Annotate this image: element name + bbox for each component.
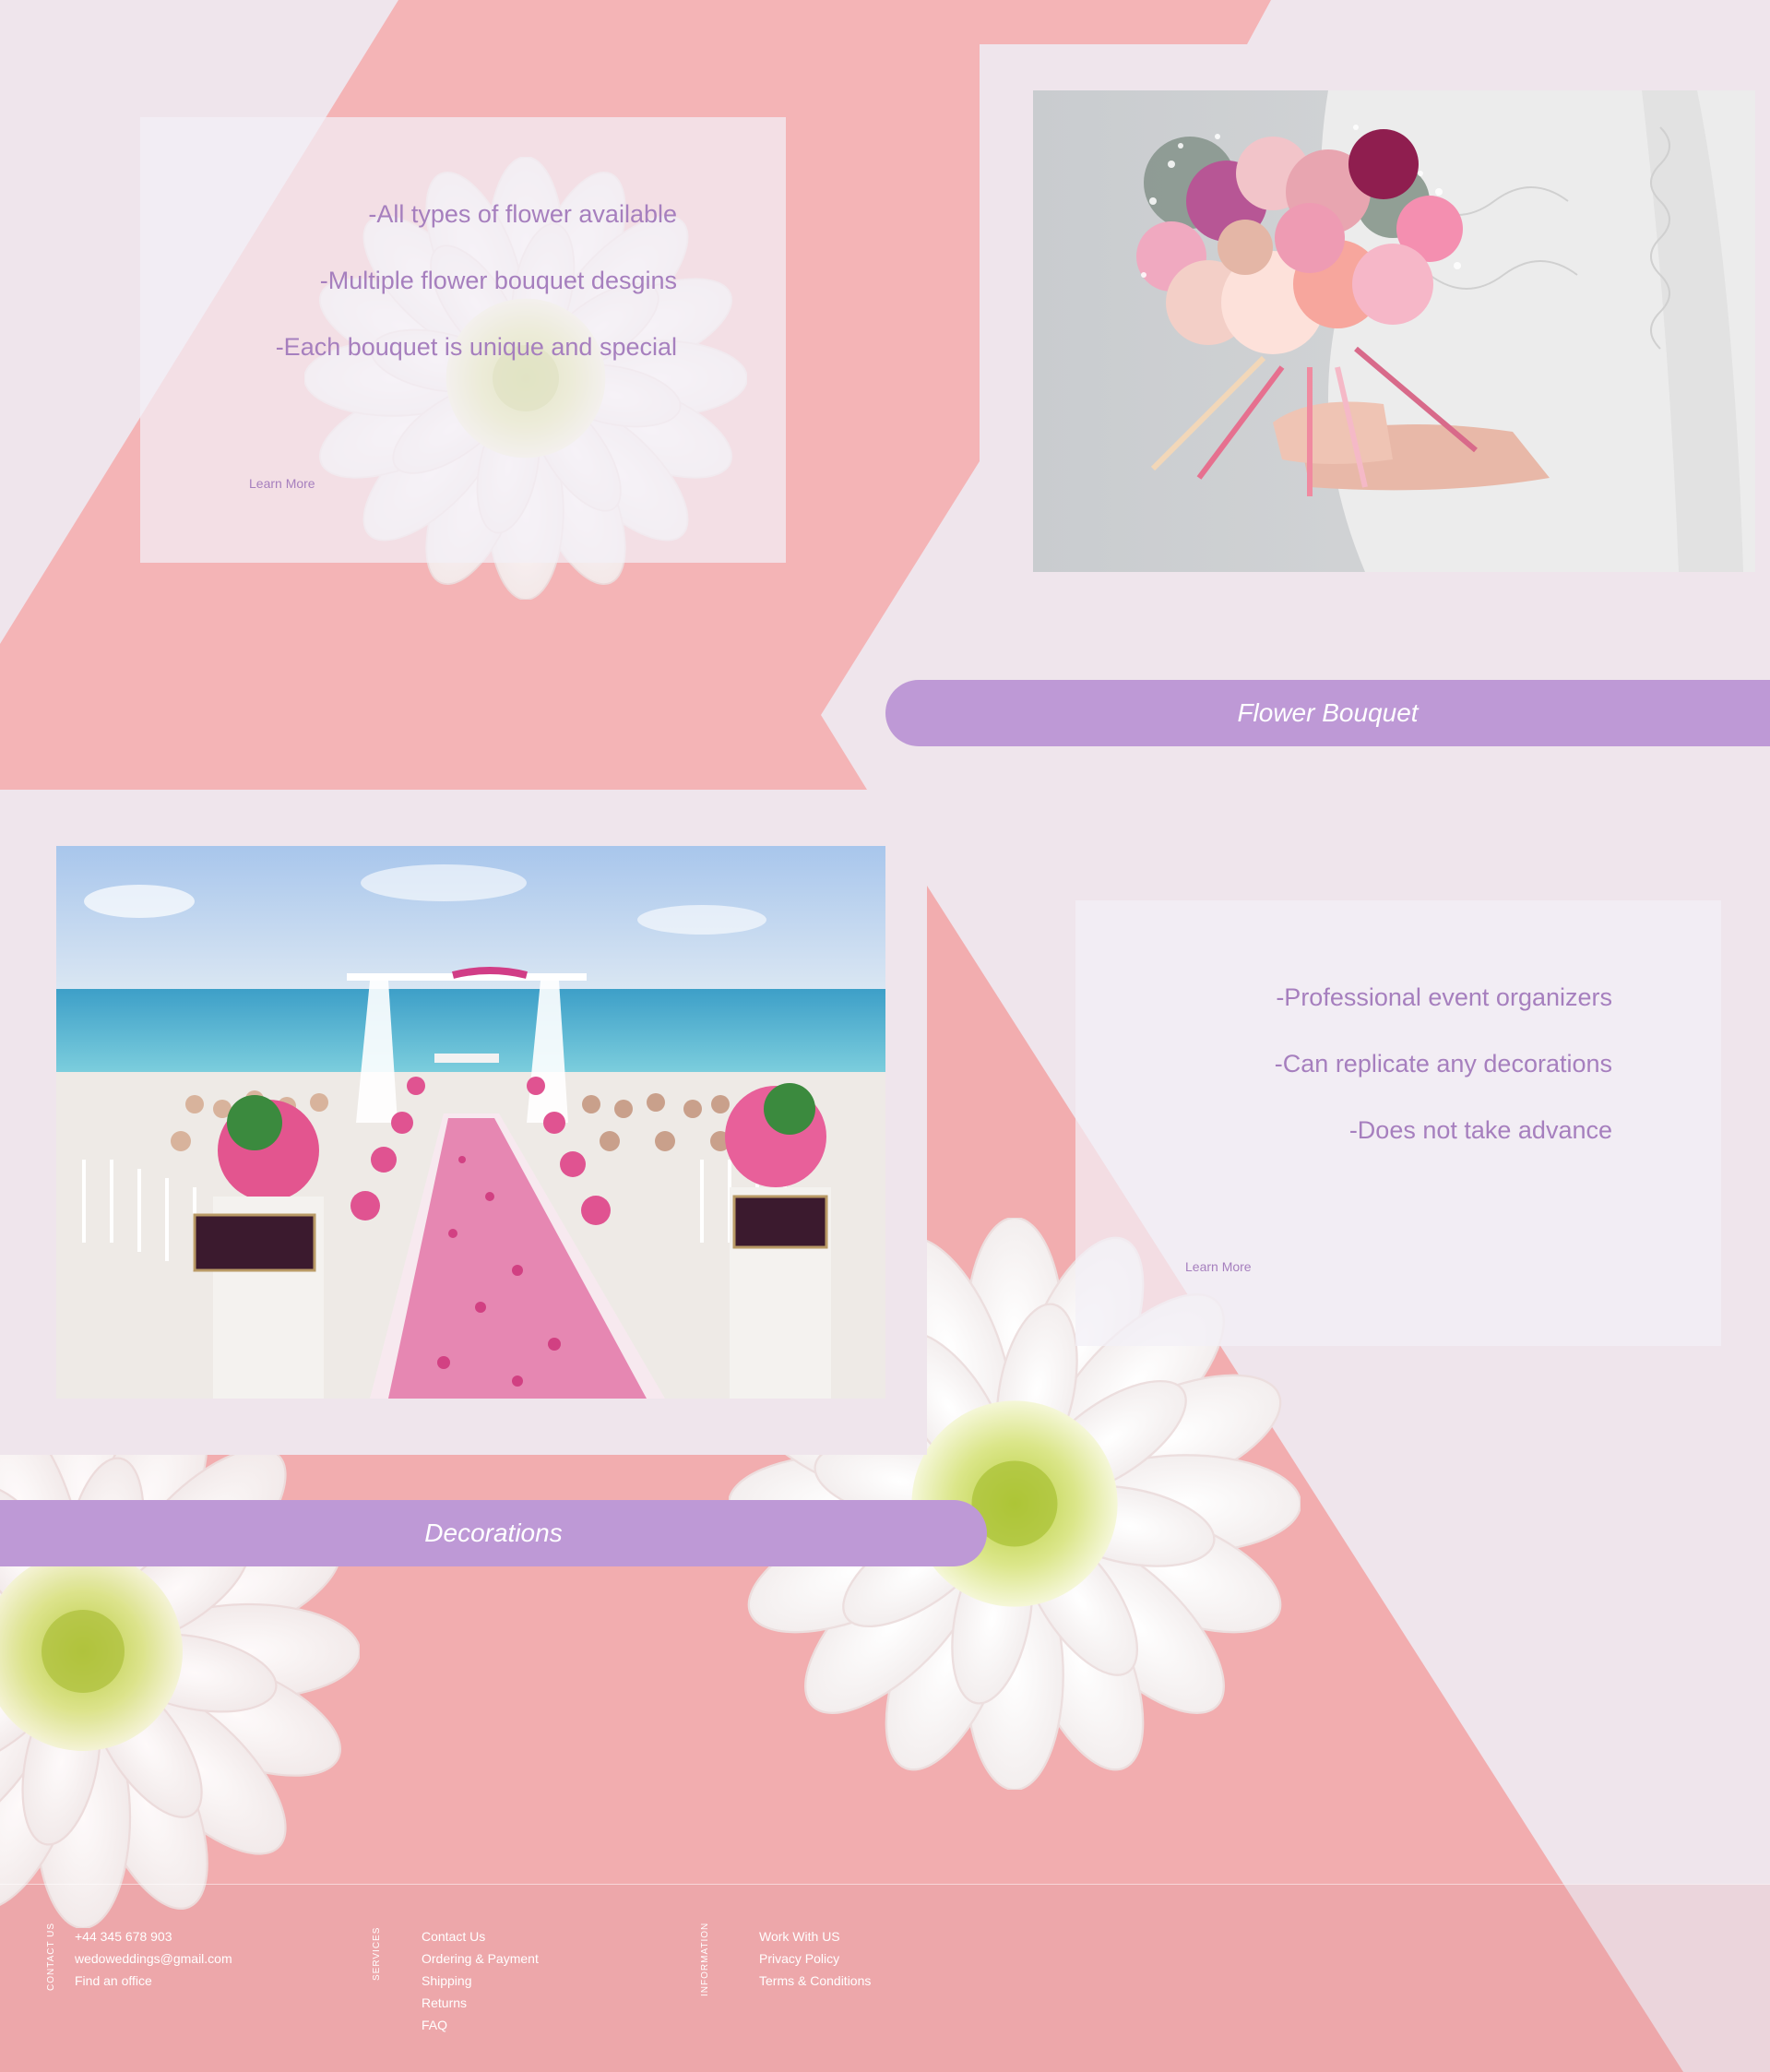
footer-email[interactable]: wedoweddings@gmail.com — [75, 1947, 232, 1970]
decorations-photo — [56, 846, 885, 1399]
footer-returns-link[interactable]: Returns — [422, 1992, 539, 2014]
decorations-banner[interactable]: Decorations — [0, 1500, 987, 1566]
bouquet-feature-1: -All types of flower available — [368, 200, 677, 228]
bouquet-feature-2: -Multiple flower bouquet desgins — [319, 267, 677, 294]
footer-shipping-link[interactable]: Shipping — [422, 1970, 539, 1992]
bouquet-learn-more-link[interactable]: Learn More — [249, 476, 315, 491]
footer-divider — [0, 1884, 1770, 1885]
footer-ordering-link[interactable]: Ordering & Payment — [422, 1947, 539, 1970]
decorations-feature-1: -Professional event organizers — [1276, 983, 1612, 1011]
footer-contact-us-link[interactable]: Contact Us — [422, 1925, 539, 1947]
flower-bouquet-banner[interactable]: Flower Bouquet — [885, 680, 1770, 746]
bouquet-info-card: -All types of flower available -Multiple… — [140, 117, 786, 563]
footer-information-heading: INFORMATION — [700, 1922, 710, 1996]
decorations-feature-2: -Can replicate any decorations — [1274, 1050, 1612, 1078]
footer-contact-list: +44 345 678 903 wedoweddings@gmail.com F… — [75, 1925, 232, 1992]
decorations-learn-more-link[interactable]: Learn More — [1185, 1259, 1252, 1274]
footer-phone[interactable]: +44 345 678 903 — [75, 1925, 232, 1947]
decorations-feature-3: -Does not take advance — [1348, 1116, 1612, 1144]
footer-services-list: Contact Us Ordering & Payment Shipping R… — [422, 1925, 539, 2036]
footer-contact-heading: CONTACT US — [46, 1922, 56, 1991]
bouquet-feature-3: -Each bouquet is unique and special — [275, 333, 677, 361]
footer-services-heading: SERVICES — [372, 1926, 382, 1981]
footer-faq-link[interactable]: FAQ — [422, 2014, 539, 2036]
footer-privacy-link[interactable]: Privacy Policy — [759, 1947, 871, 1970]
bouquet-photo — [1033, 90, 1755, 572]
footer-work-with-us-link[interactable]: Work With US — [759, 1925, 871, 1947]
footer-terms-link[interactable]: Terms & Conditions — [759, 1970, 871, 1992]
footer-information-list: Work With US Privacy Policy Terms & Cond… — [759, 1925, 871, 1992]
footer-find-office-link[interactable]: Find an office — [75, 1970, 232, 1992]
decorations-info-card: -Professional event organizers -Can repl… — [1075, 900, 1721, 1346]
